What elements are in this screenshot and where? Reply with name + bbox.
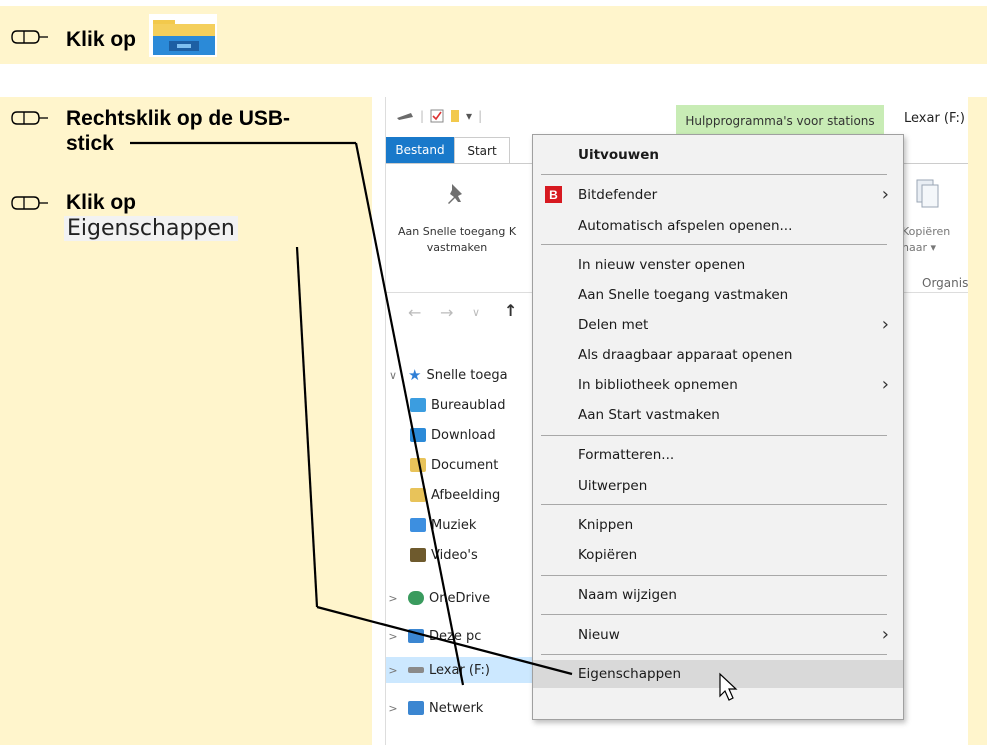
tree-item-documents[interactable]: Document: [410, 452, 498, 478]
pictures-folder-icon: [410, 488, 426, 502]
menu-item-include-library[interactable]: In bibliotheek opnemen ›: [533, 371, 903, 399]
chevron-right-icon[interactable]: >: [386, 630, 400, 643]
tab-start[interactable]: Start: [454, 137, 510, 163]
menu-item-format[interactable]: Formatteren...: [533, 441, 903, 469]
menu-separator: [541, 174, 887, 175]
menu-item-pin-start[interactable]: Aan Start vastmaken: [533, 401, 903, 429]
menu-item-pin-quick-access[interactable]: Aan Snelle toegang vastmaken: [533, 281, 903, 309]
menu-separator: [541, 435, 887, 436]
menu-separator: [541, 654, 887, 655]
pin-icon[interactable]: [444, 182, 468, 210]
qa-dropdown-icon[interactable]: ▾: [466, 109, 472, 123]
step2-text-line1: Rechtsklik op de USB-: [66, 107, 291, 130]
tree-item-desktop[interactable]: Bureaublad: [410, 392, 506, 418]
step2-text-line2: stick: [66, 132, 114, 155]
submenu-arrow-icon: ›: [881, 314, 889, 335]
chevron-right-icon[interactable]: >: [386, 702, 400, 715]
videos-folder-icon: [410, 548, 426, 562]
back-button[interactable]: ←: [408, 303, 421, 322]
submenu-arrow-icon: ›: [881, 374, 889, 395]
chevron-right-icon[interactable]: >: [386, 664, 400, 677]
chevron-down-icon[interactable]: ∨: [386, 369, 400, 382]
step3-eigenschappen-label: Eigenschappen: [64, 216, 238, 241]
quick-access-toolbar: | ▾ |: [396, 109, 482, 123]
copy-to-icon[interactable]: [914, 178, 940, 210]
context-menu: Uitvouwen B Bitdefender › Automatisch af…: [532, 134, 904, 720]
pin-quick-access-button[interactable]: Aan Snelle toegang K vastmaken: [398, 224, 516, 256]
music-folder-icon: [410, 518, 426, 532]
file-explorer-icon: [149, 14, 217, 57]
forward-button[interactable]: →: [440, 303, 453, 322]
usb-drive-icon: [408, 667, 424, 673]
tree-item-pictures[interactable]: Afbeelding: [410, 482, 500, 508]
copy-to-button[interactable]: Kopiëren naar ▾: [902, 224, 950, 256]
menu-item-share-with[interactable]: Delen met ›: [533, 311, 903, 339]
menu-item-uitvouwen[interactable]: Uitvouwen: [533, 141, 903, 169]
mouse-hand-icon: [11, 30, 48, 44]
mouse-hand-icon: [11, 196, 48, 210]
menu-separator: [541, 614, 887, 615]
mouse-pointer-icon: [719, 672, 738, 701]
submenu-arrow-icon: ›: [881, 184, 889, 205]
onedrive-icon: [408, 591, 424, 605]
tree-item-quick-access[interactable]: ∨ ★ Snelle toega: [386, 362, 508, 388]
menu-item-new-window[interactable]: In nieuw venster openen: [533, 251, 903, 279]
tree-item-downloads[interactable]: Download: [410, 422, 496, 448]
chevron-right-icon[interactable]: >: [386, 592, 400, 605]
menu-item-bitdefender[interactable]: B Bitdefender ›: [533, 181, 903, 209]
recent-locations-button[interactable]: ∨: [472, 306, 480, 319]
drive-icon[interactable]: [396, 111, 414, 121]
instruction-band-left: [0, 97, 372, 745]
tree-item-music[interactable]: Muziek: [410, 512, 476, 538]
step3-text: Klik op: [66, 191, 137, 214]
tree-item-onedrive[interactable]: > OneDrive: [386, 585, 490, 611]
menu-item-copy[interactable]: Kopiëren: [533, 541, 903, 569]
star-icon: ★: [408, 366, 422, 384]
menu-separator: [541, 504, 887, 505]
network-icon: [408, 701, 424, 715]
tab-bestand[interactable]: Bestand: [386, 137, 454, 163]
window-title: Lexar (F:): [904, 111, 965, 126]
menu-item-new[interactable]: Nieuw ›: [533, 621, 903, 649]
mouse-hand-icon: [11, 111, 48, 125]
submenu-arrow-icon: ›: [881, 624, 889, 645]
tree-item-network[interactable]: > Netwerk: [386, 695, 483, 721]
tree-item-this-pc[interactable]: > Deze pc: [386, 623, 481, 649]
menu-item-eject[interactable]: Uitwerpen: [533, 472, 903, 500]
this-pc-icon: [408, 629, 424, 643]
step1-text: Klik op: [66, 28, 137, 51]
desktop-folder-icon: [410, 398, 426, 412]
ribbon-group-organize: Organis: [922, 276, 968, 290]
folder-icon[interactable]: [450, 109, 460, 123]
up-button[interactable]: ↑: [504, 301, 517, 320]
menu-separator: [541, 244, 887, 245]
menu-separator: [541, 575, 887, 576]
drive-tools-contextual-tab[interactable]: Hulpprogramma's voor stations: [676, 105, 884, 137]
downloads-folder-icon: [410, 428, 426, 442]
instruction-band-right: [968, 97, 987, 745]
menu-item-cut[interactable]: Knippen: [533, 511, 903, 539]
menu-item-rename[interactable]: Naam wijzigen: [533, 581, 903, 609]
documents-folder-icon: [410, 458, 426, 472]
properties-check-icon[interactable]: [430, 109, 444, 123]
menu-item-portable-device[interactable]: Als draagbaar apparaat openen: [533, 341, 903, 369]
title-bar: | ▾ | Hulpprogramma's voor stations Lexa…: [386, 97, 968, 137]
tree-item-videos[interactable]: Video's: [410, 542, 478, 568]
menu-item-autoplay[interactable]: Automatisch afspelen openen...: [533, 212, 903, 240]
bitdefender-icon: B: [545, 186, 562, 203]
